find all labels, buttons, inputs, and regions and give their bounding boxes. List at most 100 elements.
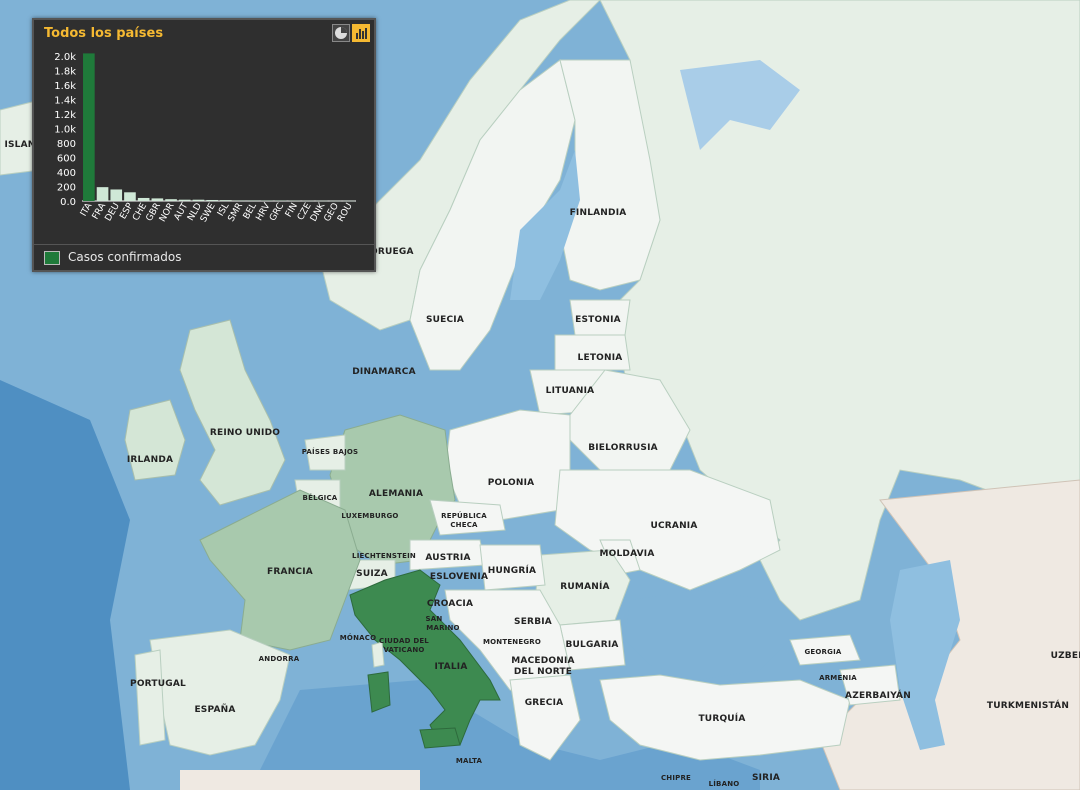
x-tick-label-nor: NOR [158, 202, 177, 224]
bar-nld[interactable] [192, 199, 205, 201]
label-austria: AUSTRIA [425, 553, 470, 563]
label-turkmenistan: TURKMENISTÁN [987, 699, 1069, 711]
bar-esp[interactable] [124, 192, 136, 201]
label-montenegro: MONTENEGRO [483, 638, 541, 646]
x-tick-label-deu: DEU [104, 202, 122, 224]
island-sardinia[interactable] [367, 671, 391, 713]
bar-dnk[interactable] [315, 200, 328, 202]
label-france: FRANCIA [267, 567, 313, 577]
bar-smr[interactable] [233, 200, 246, 201]
label-croatia: CROACIA [427, 599, 473, 609]
label-portugal: PORTUGAL [130, 679, 186, 689]
label-iceland: ISLAN [4, 140, 35, 150]
label-armenia: ARMENIA [819, 674, 857, 682]
legend-label: Casos confirmados [68, 250, 182, 264]
label-lebanon: LÍBANO [709, 779, 740, 788]
label-syria: SIRIA [752, 773, 780, 783]
y-tick-label: 600 [57, 154, 76, 165]
bar-chart-icon [356, 28, 367, 39]
label-germany: ALEMANIA [369, 489, 423, 499]
label-bulgaria: BULGARIA [565, 640, 618, 650]
bar-aut[interactable] [178, 199, 191, 201]
label-liechtenstein: LIECHTENSTEIN [352, 552, 416, 560]
label-cyprus: CHIPRE [661, 774, 691, 782]
pie-chart-button[interactable] [332, 24, 350, 42]
y-tick-label: 1.6k [54, 81, 76, 92]
country-portugal[interactable] [134, 649, 166, 746]
bar-deu[interactable] [110, 189, 123, 201]
label-slovenia: ESLOVENIA [430, 572, 488, 582]
bar-hrv[interactable] [261, 200, 273, 201]
bar-bel[interactable] [247, 200, 260, 201]
label-hungary: HUNGRÍA [488, 564, 536, 576]
x-tick-label-rou: ROU [336, 202, 355, 224]
island-corsica[interactable] [371, 641, 385, 668]
label-sweden: SUECIA [426, 315, 464, 325]
bar-fra[interactable] [96, 187, 109, 201]
label-georgia: GEORGIA [804, 648, 841, 656]
label-czechia-2: CHECA [450, 521, 478, 529]
x-tick-label-smr: SMR [227, 202, 246, 224]
y-tick-label: 1.0k [54, 125, 76, 136]
y-tick-label: 1.4k [54, 96, 76, 107]
label-vatican-2: VATICANO [383, 646, 424, 654]
panel-title: Todos los países [44, 26, 164, 41]
legend-divider [34, 244, 374, 245]
bar-swe[interactable] [206, 199, 218, 201]
island-sicily[interactable] [419, 727, 461, 749]
bar-isl[interactable] [220, 200, 232, 201]
label-netherlands: PAÍSES BAJOS [302, 447, 359, 456]
bar-chart: 0.02004006008001.0k1.2k1.4k1.6k1.8k2.0k … [54, 52, 356, 224]
label-lithuania: LITUANIA [546, 386, 595, 396]
y-tick-label: 1.8k [54, 67, 76, 78]
bar-nor[interactable] [165, 199, 177, 201]
label-belarus: BIELORRUSIA [588, 443, 658, 453]
bar-ita[interactable] [83, 53, 95, 201]
y-tick-label: 800 [57, 139, 76, 150]
label-spain: ESPAÑA [194, 704, 235, 715]
legend-swatch [44, 251, 60, 265]
bar-geo[interactable] [329, 200, 342, 202]
label-poland: POLONIA [488, 478, 535, 488]
x-tick-label-swe: SWE [199, 201, 218, 224]
label-luxembourg: LUXEMBURGO [341, 512, 398, 520]
label-azerbaijan: AZERBAIYÁN [845, 689, 911, 701]
label-serbia: SERBIA [514, 617, 552, 627]
label-moldova: MOLDAVIA [599, 549, 654, 559]
label-san-marino-1: SAN [426, 615, 443, 623]
label-uk: REINO UNIDO [210, 428, 280, 438]
label-north-macedonia-2: DEL NORTE [514, 667, 572, 677]
bar-grc[interactable] [274, 200, 287, 201]
north-africa [180, 770, 420, 790]
label-monaco: MÓNACO [340, 633, 376, 642]
label-vatican-1: CIUDAD DEL [379, 637, 429, 645]
y-tick-label: 200 [57, 183, 76, 194]
y-tick-label: 1.2k [54, 110, 76, 121]
label-andorra: ANDORRA [259, 655, 300, 663]
label-romania: RUMANÍA [560, 580, 609, 592]
label-latvia: LETONIA [578, 353, 623, 363]
label-denmark: DINAMARCA [352, 367, 416, 377]
label-finland: FINLANDIA [570, 208, 627, 218]
bar-cze[interactable] [302, 200, 314, 202]
pie-chart-icon [335, 27, 347, 39]
label-san-marino-2: MARINO [426, 624, 459, 632]
x-tick-label-grc: GRC [268, 202, 286, 224]
label-belgium: BÉLGICA [303, 493, 338, 502]
label-estonia: ESTONIA [575, 315, 621, 325]
label-greece: GRECIA [525, 698, 564, 708]
y-tick-label: 400 [57, 168, 76, 179]
bar-che[interactable] [137, 197, 150, 201]
bar-chart-button[interactable] [352, 24, 370, 42]
chart-panel: Todos los países 0.0 200 400 600 800 1.0k 1.2k… [32, 18, 376, 272]
label-ireland: IRLANDA [127, 455, 173, 465]
label-uzbekistan: UZBEK [1051, 651, 1080, 661]
label-malta: MALTA [456, 757, 483, 765]
label-turkey: TURQUÍA [698, 712, 745, 724]
label-north-macedonia-1: MACEDONIA [511, 656, 574, 666]
bar-rou[interactable] [343, 200, 355, 202]
bar-fin[interactable] [288, 200, 301, 202]
label-italy: ITALIA [434, 662, 467, 672]
bar-gbr[interactable] [151, 198, 164, 201]
label-czechia-1: REPÚBLICA [441, 511, 487, 520]
